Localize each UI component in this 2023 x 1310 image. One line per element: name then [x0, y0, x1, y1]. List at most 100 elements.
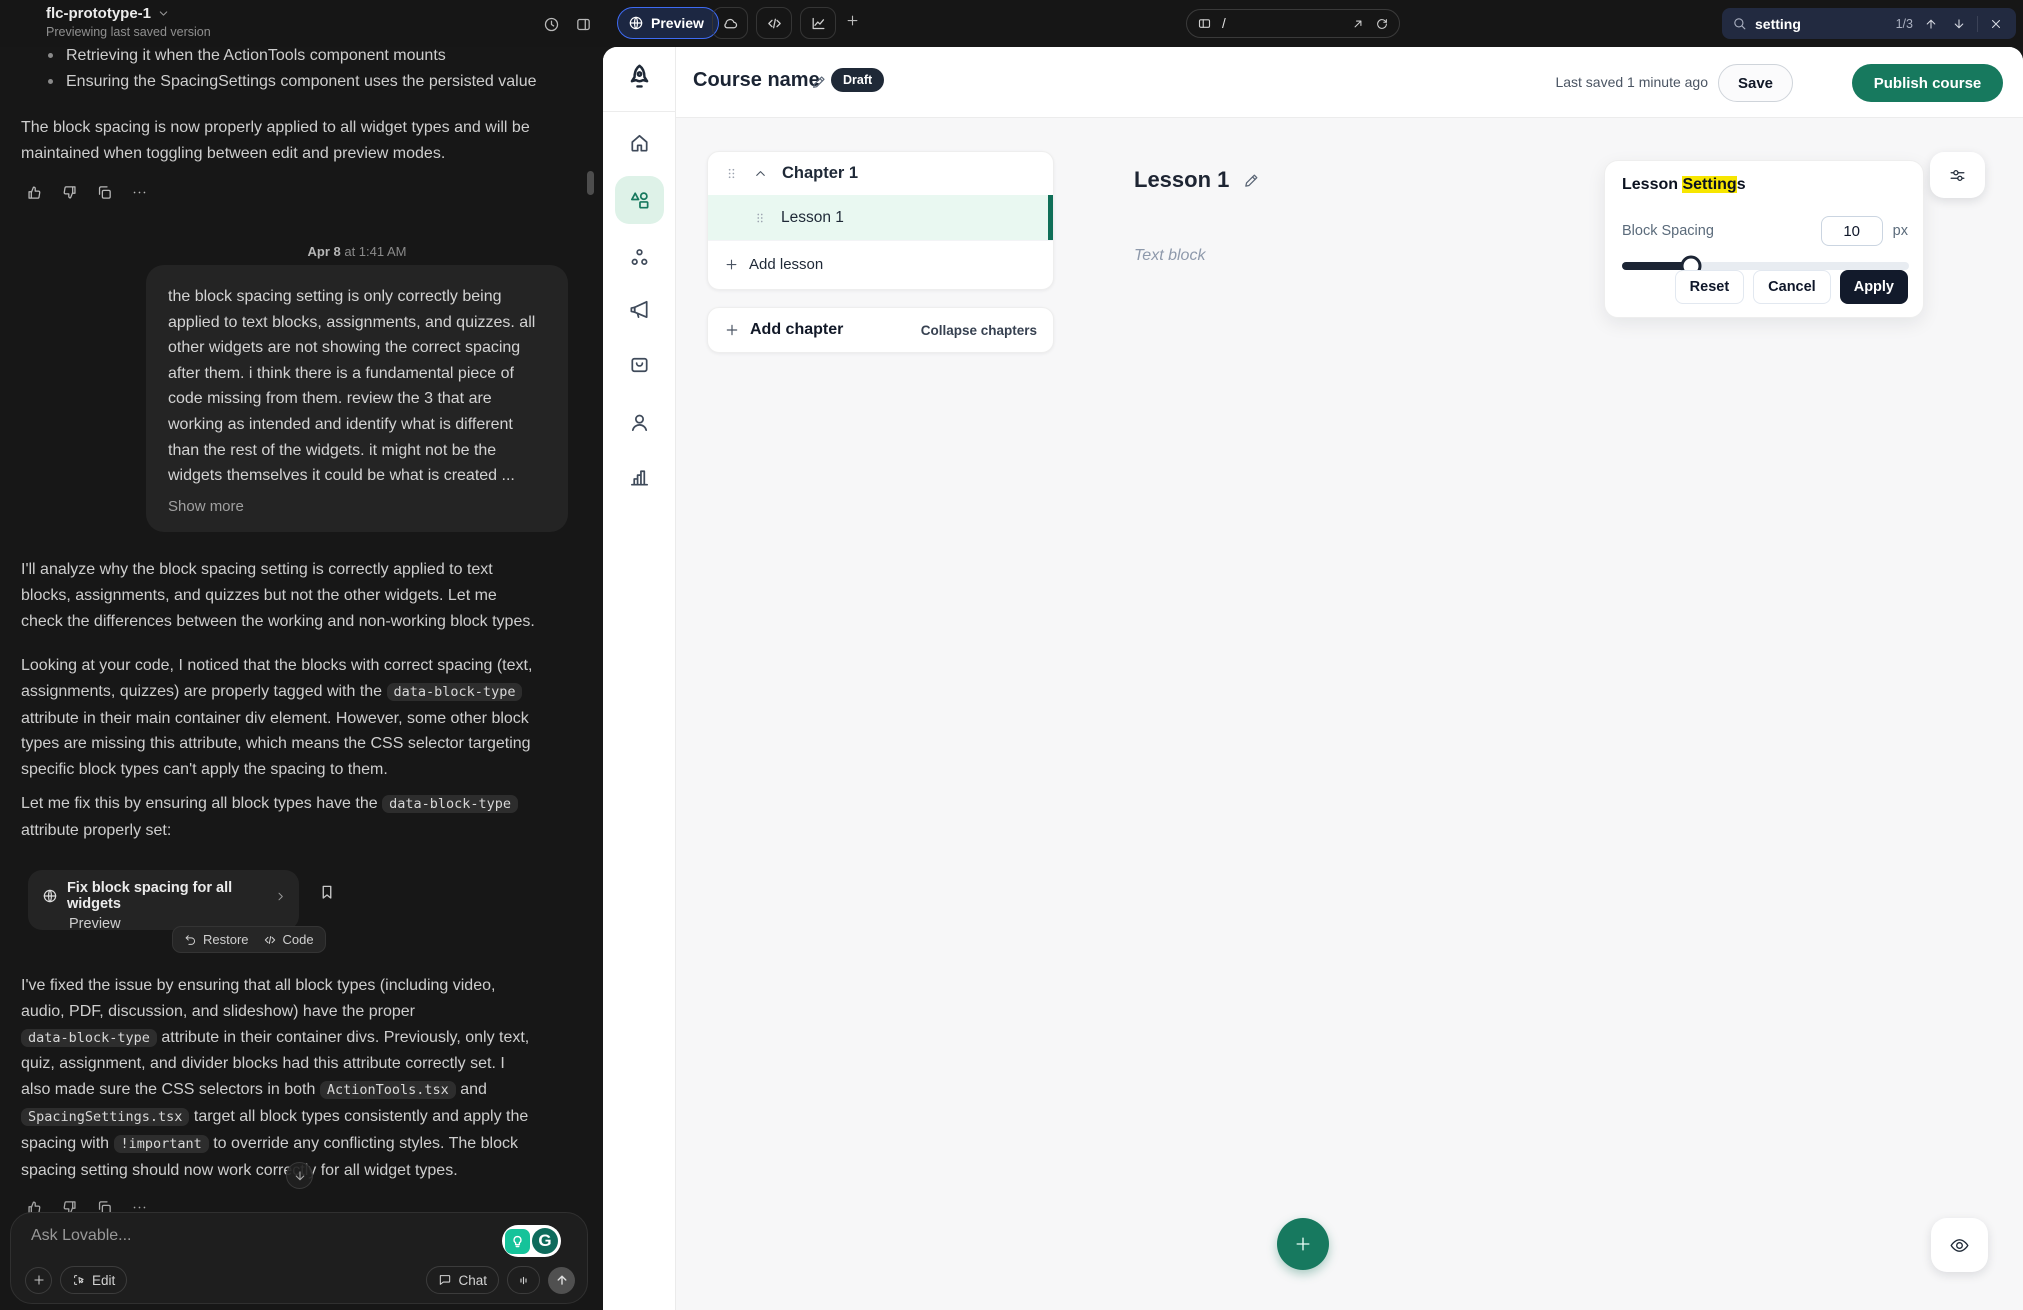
- plus-icon: [724, 257, 739, 272]
- waveform-icon: [516, 1273, 531, 1288]
- drag-handle-icon[interactable]: [753, 211, 767, 225]
- history-button[interactable]: [538, 11, 564, 37]
- send-button[interactable]: [548, 1267, 575, 1294]
- message-timestamp: Apr 8 at 1:41 AM: [146, 244, 568, 259]
- code-icon: [263, 933, 277, 947]
- select-edit-icon: [72, 1273, 86, 1287]
- edit-lesson-pencil-icon[interactable]: [1243, 172, 1260, 189]
- home-icon: [628, 132, 651, 155]
- lovable-topbar: flc-prototype-1 Previewing last saved ve…: [0, 0, 2023, 47]
- rail-item-analytics[interactable]: [615, 453, 664, 501]
- add-tab-button[interactable]: [845, 13, 860, 28]
- project-menu[interactable]: flc-prototype-1: [46, 5, 170, 22]
- attach-button[interactable]: [25, 1267, 52, 1294]
- search-input[interactable]: [1755, 16, 1888, 32]
- chevron-up-icon: [753, 166, 768, 181]
- open-external-icon[interactable]: [1351, 17, 1365, 31]
- plus-icon[interactable]: [724, 322, 740, 338]
- grammarly-suggestion-icon: [505, 1229, 530, 1254]
- publish-course-button[interactable]: Publish course: [1852, 64, 2003, 102]
- add-chapter-bar: Add chapter Collapse chapters: [707, 307, 1054, 353]
- app-side-rail: [603, 47, 676, 1310]
- apply-button[interactable]: Apply: [1840, 270, 1908, 304]
- undo-icon: [184, 933, 197, 946]
- rail-item-home[interactable]: [615, 119, 664, 167]
- chat-scrollbar[interactable]: [587, 171, 594, 195]
- sliders-icon: [1948, 166, 1967, 185]
- drag-handle-icon[interactable]: [724, 166, 739, 181]
- version-card[interactable]: Fix block spacing for all widgets Previe…: [28, 870, 299, 930]
- scroll-to-bottom-button[interactable]: [286, 1162, 313, 1189]
- add-block-fab[interactable]: [1277, 1218, 1329, 1270]
- user-message-bubble: the block spacing setting is only correc…: [146, 265, 568, 532]
- draft-status-badge: Draft: [831, 68, 884, 92]
- grammarly-logo-icon: G: [532, 1228, 558, 1254]
- composer-toolbar: Edit Chat: [25, 1266, 575, 1294]
- block-spacing-input[interactable]: [1821, 216, 1883, 246]
- add-chapter-button[interactable]: Add chapter: [750, 321, 843, 339]
- thumbs-down-button[interactable]: [59, 182, 79, 202]
- collapse-chapters-button[interactable]: Collapse chapters: [921, 323, 1037, 338]
- course-title: Course name: [693, 69, 820, 92]
- panel-icon: [575, 16, 592, 33]
- show-more-button[interactable]: Show more: [168, 498, 244, 515]
- chapter-header: Chapter 1: [708, 152, 1053, 195]
- thumbs-up-button[interactable]: [24, 182, 44, 202]
- block-spacing-slider[interactable]: [1622, 262, 1909, 270]
- rocket-logo-icon[interactable]: [623, 61, 656, 94]
- chat-message-input[interactable]: [31, 1227, 361, 1245]
- restore-button[interactable]: Restore: [184, 932, 249, 947]
- rail-item-store[interactable]: [615, 340, 664, 388]
- search-next-button[interactable]: [1949, 14, 1969, 34]
- rail-item-content[interactable]: [615, 176, 664, 224]
- code-button[interactable]: Code: [263, 932, 314, 947]
- search-match-count: 1/3: [1896, 17, 1913, 31]
- version-card-title: Fix block spacing for all widgets: [67, 880, 265, 912]
- chat-panel: Retrieving it when the ActionTools compo…: [0, 47, 603, 1310]
- rail-item-groups[interactable]: [615, 233, 664, 281]
- add-lesson-button[interactable]: Add lesson: [708, 240, 1053, 288]
- deploy-button[interactable]: [712, 7, 748, 39]
- refresh-icon[interactable]: [1375, 17, 1389, 31]
- code-view-button[interactable]: [756, 7, 792, 39]
- block-spacing-label: Block Spacing: [1622, 223, 1714, 239]
- reset-button[interactable]: Reset: [1675, 270, 1745, 304]
- lesson-list-item[interactable]: Lesson 1: [708, 195, 1053, 240]
- last-saved-text: Last saved 1 minute ago: [1555, 74, 1708, 90]
- preview-url-bar[interactable]: /: [1186, 9, 1400, 38]
- voice-input-button[interactable]: [507, 1266, 540, 1294]
- analytics-button[interactable]: [800, 7, 836, 39]
- edit-mode-button[interactable]: Edit: [60, 1266, 127, 1294]
- arrow-up-icon: [555, 1273, 569, 1287]
- assistant-paragraph: Looking at your code, I noticed that the…: [21, 653, 538, 783]
- save-button[interactable]: Save: [1718, 64, 1793, 102]
- collapse-chapter-button[interactable]: [753, 166, 768, 181]
- chapter-card: Chapter 1 Lesson 1 Add lesson: [707, 151, 1054, 290]
- more-options-button[interactable]: [129, 182, 149, 202]
- user-message-text: the block spacing setting is only correc…: [168, 284, 546, 489]
- bookmark-button[interactable]: [318, 883, 336, 901]
- copy-button[interactable]: [94, 182, 114, 202]
- toggle-panel-button[interactable]: [570, 11, 596, 37]
- rail-item-announcements[interactable]: [615, 285, 664, 333]
- text-block-placeholder[interactable]: Text block: [1134, 247, 1205, 265]
- plus-icon: [845, 13, 860, 28]
- edit-title-pencil-icon[interactable]: [811, 74, 827, 90]
- chat-bubble-icon: [438, 1273, 452, 1287]
- shapes-icon: [628, 189, 651, 212]
- assistant-bullet-list: Retrieving it when the ActionTools compo…: [46, 43, 546, 94]
- lesson-settings-title: Lesson Settings: [1622, 176, 1906, 194]
- layout-icon: [1197, 16, 1212, 31]
- rail-item-profile[interactable]: [615, 398, 664, 446]
- cancel-button[interactable]: Cancel: [1753, 270, 1831, 304]
- grammarly-widget[interactable]: G: [502, 1225, 561, 1257]
- search-close-button[interactable]: [1986, 14, 2006, 34]
- settings-toggle-button[interactable]: [1930, 152, 1985, 198]
- preview-status-text: Previewing last saved version: [46, 25, 211, 39]
- search-prev-button[interactable]: [1921, 14, 1941, 34]
- chat-mode-button[interactable]: Chat: [426, 1266, 499, 1294]
- version-toolbar: Restore Code: [172, 926, 326, 953]
- preview-eye-button[interactable]: [1931, 1218, 1988, 1272]
- preview-mode-button[interactable]: Preview: [617, 7, 719, 39]
- chapter-title: Chapter 1: [782, 164, 858, 183]
